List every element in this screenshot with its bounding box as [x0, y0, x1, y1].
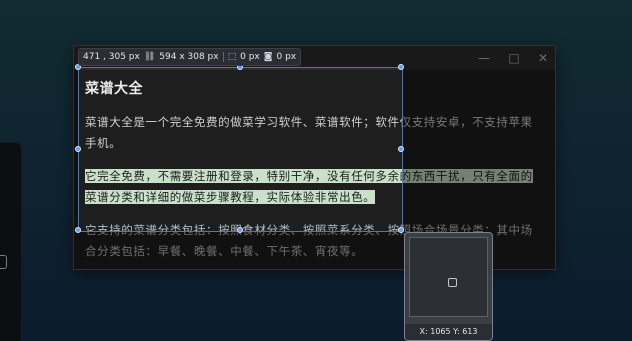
checkbox-icon[interactable]: [0, 255, 7, 269]
resize-handle-bottom[interactable]: [237, 227, 243, 233]
resize-handle-bottom-right[interactable]: [398, 227, 404, 233]
crosshair-icon: [448, 278, 457, 287]
shadow-readout: 0 px: [276, 52, 297, 62]
capture-selection[interactable]: [75, 64, 404, 233]
magnifier-loupe: X: 1065 Y: 613: [404, 232, 493, 341]
radius-readout: 0 px: [240, 52, 260, 62]
resize-handle-bottom-left[interactable]: [75, 227, 81, 233]
link-icon[interactable]: ⛓: [144, 52, 155, 62]
cursor-coordinates: X: 1065 Y: 613: [405, 324, 492, 340]
magnified-view: [409, 237, 488, 317]
resize-handle-right[interactable]: [398, 146, 404, 152]
shadow-icon[interactable]: ◙: [264, 52, 273, 62]
minimize-button[interactable]: —: [474, 50, 494, 66]
resize-handle-left[interactable]: [75, 146, 81, 152]
close-button[interactable]: ✕: [533, 50, 553, 66]
selection-info-bar: 471 , 305 px ⛓ 594 x 308 px ⬚ 0 px ◙ 0 p…: [78, 48, 302, 66]
divider: [222, 52, 224, 62]
corner-radius-icon[interactable]: ⬚: [228, 52, 237, 62]
resize-handle-top-right[interactable]: [398, 64, 404, 70]
size-readout: 594 x 308 px: [159, 52, 219, 62]
maximize-button[interactable]: □: [504, 50, 524, 66]
side-panel: [0, 142, 22, 341]
position-readout: 471 , 305 px: [83, 52, 140, 62]
